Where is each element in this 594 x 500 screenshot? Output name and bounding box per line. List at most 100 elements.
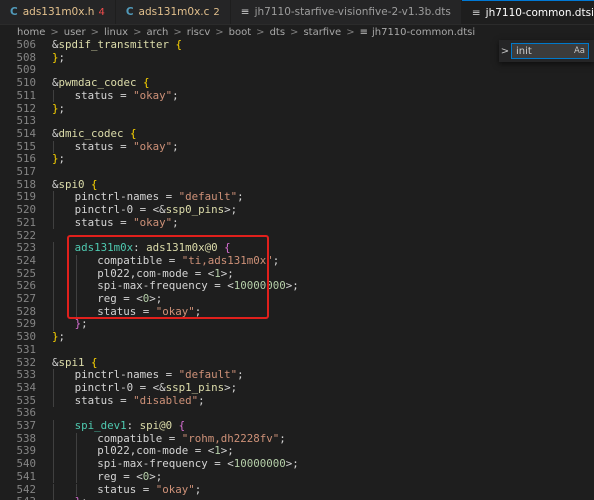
breadcrumb-item[interactable]: starfive: [303, 27, 341, 38]
indent-guide: [75, 445, 77, 459]
tab-0[interactable]: Cads131m0x.h 4: [0, 0, 116, 24]
code-line[interactable]: 512};: [0, 101, 594, 116]
code-text: };: [52, 101, 66, 116]
breadcrumb-item[interactable]: arch: [147, 27, 169, 38]
token-prop: compatible =: [97, 431, 182, 445]
code-line[interactable]: 530};: [0, 330, 594, 344]
code-line[interactable]: 521 status = "okay";: [0, 215, 594, 230]
indent-guide: [53, 254, 54, 268]
line-number: 541: [16, 469, 36, 483]
token-prop: status =: [97, 482, 156, 496]
breadcrumb-item[interactable]: user: [64, 27, 86, 38]
line-number: 517: [16, 165, 36, 178]
token-prop: ;: [58, 101, 66, 115]
token-brace: {: [130, 126, 137, 140]
token-prop: pinctrl-names =: [74, 190, 179, 204]
line-number: 530: [16, 330, 36, 344]
toggle-replace-icon[interactable]: >: [499, 46, 511, 57]
token-prop: >;: [224, 380, 238, 394]
line-number: 534: [16, 380, 36, 394]
breadcrumb: home > user > linux > arch > riscv > boot > dts > star…: [0, 25, 594, 39]
code-line[interactable]: 515 status = "okay";: [0, 139, 594, 154]
token-prop: pinctrl-0 = <&: [74, 380, 166, 394]
token-str: "okay": [133, 139, 173, 153]
token-prop: >;: [220, 444, 234, 458]
code-line[interactable]: 535 status = "disabled";: [0, 393, 594, 408]
token-node: ssp0_pins: [165, 203, 225, 217]
indent-guide: [53, 420, 54, 433]
indent-guide: [53, 293, 54, 306]
token-prop: pinctrl-0 = <&: [74, 203, 166, 217]
token-prop: ;: [272, 253, 280, 267]
code-line[interactable]: 543};: [0, 495, 594, 500]
token-str: "default": [178, 190, 238, 204]
line-number: 540: [16, 457, 36, 471]
token-prop: ;: [198, 393, 205, 407]
breadcrumb-item[interactable]: home: [17, 27, 45, 38]
code-text: status = "okay";: [74, 139, 179, 154]
code-line[interactable]: 511 status = "okay";: [0, 88, 594, 103]
tab-1[interactable]: Cads131m0x.c 2: [116, 0, 231, 24]
indent-guide: [75, 470, 77, 484]
problem-count-badge: 2: [213, 6, 220, 18]
token-prop: ;: [81, 495, 88, 500]
token-prop: status =: [74, 139, 134, 153]
tab-title: ads131m0x.c: [138, 6, 210, 18]
token-brace2: {: [178, 419, 186, 432]
token-label: spi_dev1: [74, 419, 127, 432]
find-input-value[interactable]: init: [516, 46, 574, 57]
breadcrumb-item[interactable]: linux: [104, 27, 128, 38]
code-line[interactable]: 537 spi_dev1: spi@0 {: [0, 419, 594, 433]
match-case-toggle[interactable]: Aa: [574, 46, 585, 56]
token-node: pwmdac_codec: [58, 76, 137, 90]
line-number: 520: [16, 203, 36, 217]
token-num: 10000000: [233, 457, 286, 471]
breadcrumb-separator: >: [215, 26, 224, 38]
code-text: };: [75, 495, 88, 500]
token-prop: ;: [58, 152, 66, 166]
line-number: 511: [16, 88, 36, 102]
breadcrumb-item[interactable]: riscv: [187, 27, 211, 38]
line-number: 537: [16, 419, 36, 432]
token-brace: {: [175, 39, 183, 51]
line-number: 506: [16, 39, 36, 51]
token-prop: status =: [74, 393, 134, 407]
line-number: 527: [16, 292, 36, 305]
breadcrumb-separator: >: [50, 26, 59, 38]
indent-guide: [75, 458, 77, 471]
code-line[interactable]: 529};: [0, 318, 594, 332]
highlight-box: [67, 235, 269, 319]
token-prop: >;: [224, 203, 238, 217]
token-node: spi@0: [139, 419, 173, 432]
code-line[interactable]: 540 spi-max-frequency = <10000000>;: [0, 457, 594, 471]
token-prop: ;: [172, 88, 179, 102]
token-prop: pl022,com-mode = <: [97, 444, 215, 458]
code-line[interactable]: 541 reg = <0>;: [0, 469, 594, 484]
indent-guide: [53, 191, 54, 205]
code-line[interactable]: 542 status = "okay";: [0, 482, 594, 497]
file-icon: ≡: [359, 26, 368, 38]
code-line[interactable]: 516};: [0, 152, 594, 166]
indent-guide: [53, 496, 54, 500]
token-prop: reg = <: [97, 469, 143, 483]
tab-3[interactable]: ≡jh7110-common.dtsi×: [461, 0, 594, 24]
breadcrumb-item[interactable]: dts: [270, 27, 285, 38]
code-text: };: [52, 51, 65, 65]
breadcrumb-item[interactable]: boot: [229, 27, 252, 38]
token-prop: ;: [237, 190, 244, 204]
token-prop: ;: [58, 330, 66, 344]
indent-guide: [53, 432, 54, 446]
find-input[interactable]: init Aa: [511, 43, 589, 59]
indent-guide: [53, 470, 54, 484]
line-number: 533: [16, 368, 36, 382]
tab-2[interactable]: ≡ jh7110-starfive-visionfive-2-v1.3b.dts: [231, 0, 462, 24]
code-text: };: [52, 330, 66, 344]
token-node: spdif_transmitter: [58, 39, 170, 51]
indent-guide: [53, 242, 54, 255]
breadcrumb-item[interactable]: jh7110-common.dtsi: [372, 27, 475, 38]
code-text: status = "okay";: [97, 482, 201, 497]
token-brace: {: [91, 177, 98, 191]
code-line[interactable]: 538 compatible = "rohm,dh2228fv";: [0, 431, 594, 446]
line-number: 521: [16, 215, 36, 229]
tab-title: jh7110-starfive-visionfive-2-v1.3b.dts: [254, 6, 451, 18]
